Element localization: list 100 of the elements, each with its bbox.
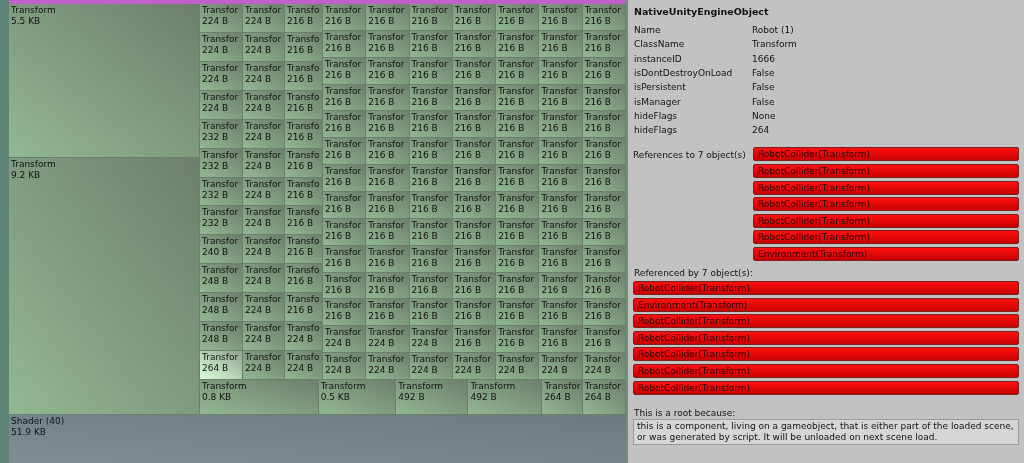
treemap-tile[interactable]: Transfor 232 B xyxy=(200,119,243,149)
treemap-tile[interactable]: Transfor 216 B xyxy=(323,299,367,327)
treemap-tile[interactable]: Transfor 216 B xyxy=(539,138,583,166)
treemap-tile[interactable]: Transform 0.5 KB xyxy=(318,380,397,415)
reference-button[interactable]: RobotCollider(Transform) xyxy=(633,363,1019,378)
treemap-tile[interactable]: Transfor 224 B xyxy=(200,61,243,91)
treemap-tile[interactable]: Transfor 216 B xyxy=(323,218,367,246)
treemap-tile[interactable]: Transfor 216 B xyxy=(496,218,540,246)
treemap-tile[interactable]: Transfor 216 B xyxy=(366,4,410,31)
treemap-tile[interactable]: Transfor 232 B xyxy=(200,177,243,207)
treemap-tile[interactable]: Transfor 216 B xyxy=(452,299,497,327)
treemap-tile[interactable]: Transfor 224 B xyxy=(243,32,285,62)
treemap-tile[interactable]: Transfor 216 B xyxy=(496,84,540,112)
treemap-tile[interactable]: Transfor 216 B xyxy=(366,192,410,219)
treemap-tile[interactable]: Transfor 216 B xyxy=(539,84,583,112)
treemap-tile[interactable]: Transfor 224 B xyxy=(409,353,453,381)
treemap-tile[interactable]: Transfor 216 B xyxy=(366,272,410,300)
treemap-tile[interactable]: Transfor 216 B xyxy=(539,272,583,300)
treemap-tile[interactable]: Transfor 216 B xyxy=(366,138,410,166)
treemap-tile[interactable]: Transfor 216 B xyxy=(582,192,626,219)
treemap-tile[interactable]: Transfor 224 B xyxy=(243,351,285,380)
treemap-tile[interactable]: Transfor 232 B xyxy=(200,206,243,236)
treemap-tile[interactable]: Transfor 224 B xyxy=(200,90,243,120)
reference-button[interactable]: RobotCollider(Transform) xyxy=(633,330,1019,345)
treemap-tile[interactable]: Transfor 216 B xyxy=(496,299,540,327)
treemap-tile[interactable]: Transfor 216 B xyxy=(323,138,367,166)
treemap-tile[interactable]: Transfor 216 B xyxy=(539,192,583,219)
treemap-tile[interactable]: Transfor 216 B xyxy=(409,165,453,192)
treemap-tile[interactable]: Transfor 216 B xyxy=(409,299,453,327)
treemap-tile[interactable]: Transfor 264 B xyxy=(542,380,583,415)
treemap-tile[interactable]: Transfor 216 B xyxy=(452,111,497,139)
treemap-tile[interactable]: Transform 9.2 KB xyxy=(9,157,200,415)
reference-button[interactable]: RobotCollider(Transform) xyxy=(753,213,1019,228)
treemap-tile[interactable]: Transfor 248 B xyxy=(200,322,243,352)
reference-button[interactable]: RobotCollider(Transform) xyxy=(753,163,1019,178)
treemap-tile[interactable]: Transfor 232 B xyxy=(200,148,243,178)
treemap-tile[interactable]: Transfor 216 B xyxy=(366,299,410,327)
treemap-tile[interactable]: Transfor 216 B xyxy=(539,245,583,273)
treemap-tile[interactable]: Transfor 216 B xyxy=(366,165,410,192)
treemap-tile[interactable]: Transfor 216 B xyxy=(496,192,540,219)
treemap-tile[interactable]: Transfor 224 B xyxy=(323,353,367,381)
treemap-tile[interactable]: Transfor 224 B xyxy=(366,326,410,354)
treemap-tile[interactable]: Transfor 216 B xyxy=(323,111,367,139)
reference-button[interactable]: RobotCollider(Transform) xyxy=(753,230,1019,245)
treemap-tile[interactable]: Transfor 224 B xyxy=(243,264,285,294)
treemap-tile[interactable]: Transfor 216 B xyxy=(539,4,583,31)
treemap-tile[interactable]: Transfor 224 B xyxy=(582,353,626,381)
treemap-tile[interactable]: Transfor 216 B xyxy=(323,192,367,219)
treemap-tile[interactable]: Transfor 216 B xyxy=(366,245,410,273)
treemap-tile[interactable]: Transfo 224 B xyxy=(285,351,323,380)
treemap-tile[interactable]: Transfor 216 B xyxy=(582,165,626,192)
treemap-tile[interactable]: Transfor 216 B xyxy=(539,30,583,58)
treemap-tile[interactable]: Transfo 216 B xyxy=(285,235,323,265)
treemap-tile[interactable]: Transfor 216 B xyxy=(496,111,540,139)
treemap-tile[interactable]: Transfor 216 B xyxy=(539,326,583,354)
treemap-tile[interactable]: Transfor 224 B xyxy=(200,4,243,33)
treemap-tile[interactable]: Transfor 216 B xyxy=(409,192,453,219)
treemap-tile[interactable]: Transfor 216 B xyxy=(539,57,583,85)
treemap-tile[interactable]: Transfo 216 B xyxy=(285,32,323,62)
treemap-tile[interactable]: Transfor 216 B xyxy=(582,111,626,139)
treemap-tile[interactable]: Transfor 224 B xyxy=(243,61,285,91)
treemap-tile[interactable]: Transfor 216 B xyxy=(409,4,453,31)
treemap-tile[interactable]: Transfor 216 B xyxy=(539,111,583,139)
treemap-tile[interactable]: Transfo 216 B xyxy=(285,148,323,178)
treemap-tile[interactable]: Transfor 216 B xyxy=(582,4,626,31)
treemap-tile[interactable]: Transfor 216 B xyxy=(452,192,497,219)
treemap-tile[interactable]: Transfor 216 B xyxy=(409,138,453,166)
reference-button[interactable]: RobotCollider(Transform) xyxy=(633,347,1019,362)
treemap-tile[interactable]: Transfor 216 B xyxy=(323,84,367,112)
treemap-tile[interactable]: Transfor 224 B xyxy=(452,353,497,381)
reference-button[interactable]: Environment(Transform) xyxy=(753,246,1019,261)
treemap-tile[interactable]: Transfor 240 B xyxy=(200,235,243,265)
treemap-tile[interactable]: Transfor 216 B xyxy=(452,326,497,354)
treemap-tile[interactable]: Transfor 224 B xyxy=(200,32,243,62)
treemap-tile[interactable]: Transfo 216 B xyxy=(285,61,323,91)
treemap-tile[interactable]: Transfor 224 B xyxy=(243,177,285,207)
treemap-tile[interactable]: Transfor 248 B xyxy=(200,264,243,294)
reference-button[interactable]: RobotCollider(Transform) xyxy=(753,197,1019,212)
treemap-tile[interactable]: Transfor 216 B xyxy=(323,272,367,300)
reference-button[interactable]: RobotCollider(Transform) xyxy=(633,314,1019,329)
treemap-tile[interactable]: Transfor 216 B xyxy=(323,245,367,273)
treemap-tile[interactable]: Transform 0.8 KB xyxy=(200,380,319,415)
reference-button[interactable]: RobotCollider(Transform) xyxy=(633,380,1019,395)
treemap-tile[interactable]: Transfor 224 B xyxy=(366,353,410,381)
treemap-tile[interactable]: Transform 492 B xyxy=(396,380,469,415)
treemap-tile[interactable]: Transfor 216 B xyxy=(323,4,367,31)
treemap-tile[interactable]: Transfor 216 B xyxy=(496,4,540,31)
treemap-tile[interactable]: Transfor 216 B xyxy=(452,165,497,192)
treemap-tile[interactable]: Transfor 224 B xyxy=(243,322,285,352)
treemap-tile[interactable]: Transfor 216 B xyxy=(582,138,626,166)
treemap-tile[interactable]: Transfor 216 B xyxy=(366,84,410,112)
treemap-tile[interactable]: Transfor 248 B xyxy=(200,293,243,323)
treemap-tile[interactable]: Transfor 216 B xyxy=(539,299,583,327)
treemap-tile[interactable]: Transfor 216 B xyxy=(582,326,626,354)
treemap-tile[interactable]: Transfo 216 B xyxy=(285,177,323,207)
treemap-tile[interactable]: Transfor 224 B xyxy=(243,206,285,236)
treemap-tile[interactable]: Transfor 224 B xyxy=(243,4,285,33)
treemap-tile[interactable]: Shader (40) 51.9 KB xyxy=(9,415,626,463)
treemap-tile[interactable]: Transfor 224 B xyxy=(243,148,285,178)
treemap-tile[interactable]: Transfo 216 B xyxy=(285,264,323,294)
